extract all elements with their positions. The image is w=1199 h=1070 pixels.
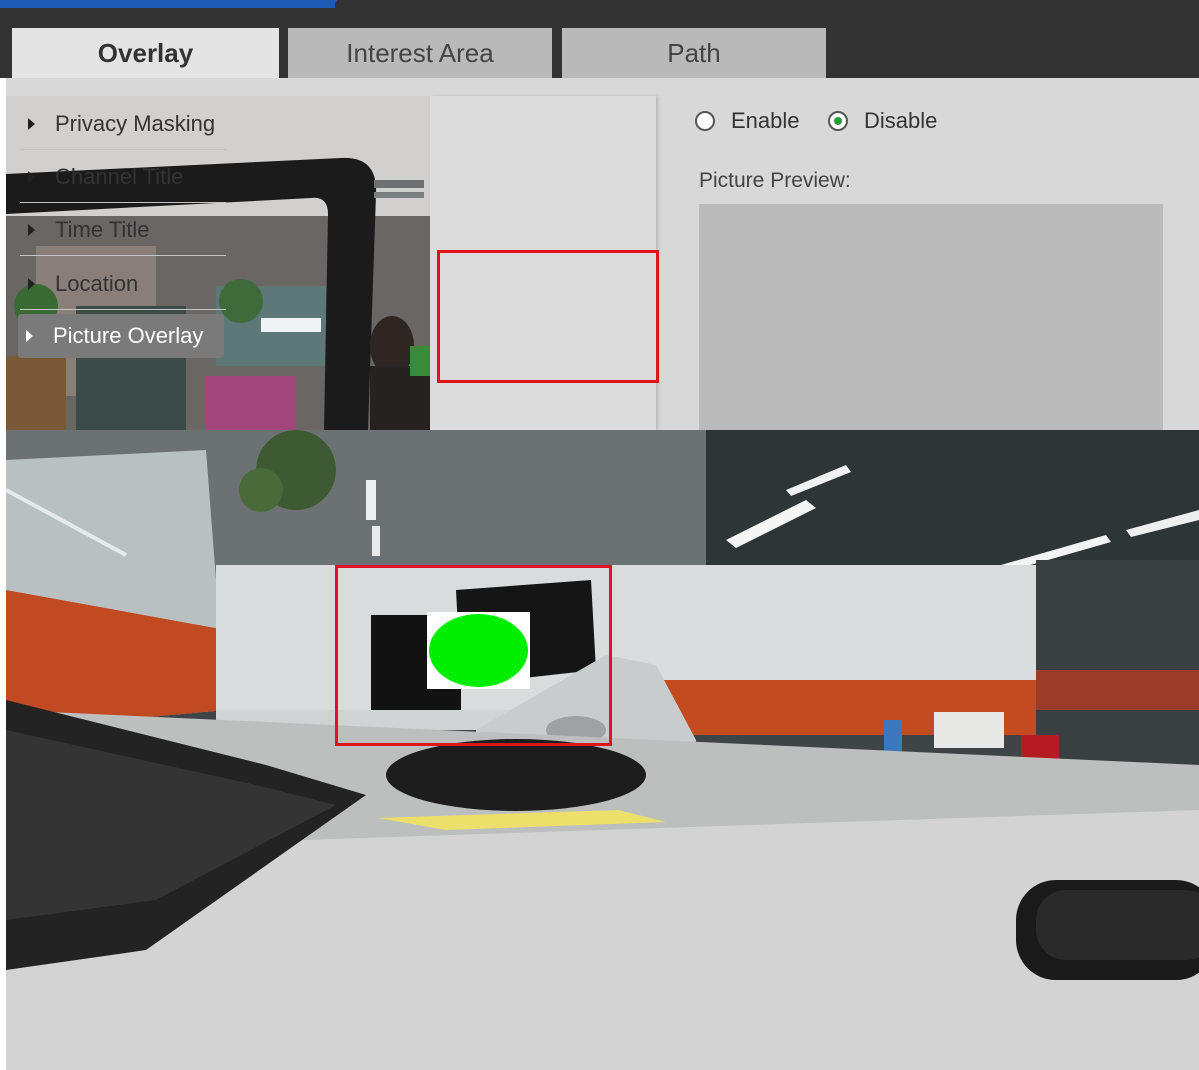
- enable-label: Enable: [731, 108, 800, 133]
- brand-strip: [0, 0, 335, 8]
- picture-overlay-marker[interactable]: [427, 612, 530, 689]
- caret-right-icon: [28, 117, 35, 130]
- menu-divider: [20, 255, 226, 256]
- menu-item-channel-title[interactable]: Channel Title: [20, 150, 226, 203]
- live-view-image: [6, 430, 1199, 1070]
- radio-unchecked-icon: [695, 111, 715, 131]
- menu-item-time-title[interactable]: Time Title: [20, 203, 226, 256]
- tab-overlay[interactable]: Overlay: [12, 28, 279, 78]
- disable-radio[interactable]: Disable: [828, 107, 937, 135]
- menu-item-label: Channel Title: [55, 163, 184, 189]
- menu-item-label: Location: [55, 270, 139, 296]
- menu-item-label: Picture Overlay: [53, 323, 204, 348]
- disable-label: Disable: [864, 108, 938, 133]
- menu-item-label: Privacy Masking: [55, 110, 216, 136]
- overlay-submenu: [430, 96, 656, 430]
- tab-interest-area[interactable]: Interest Area: [288, 28, 552, 78]
- brand-strip-notch: [330, 0, 338, 8]
- menu-item-picture-overlay[interactable]: Picture Overlay: [18, 314, 224, 358]
- menu-item-location[interactable]: Location: [20, 257, 226, 310]
- menu-divider: [20, 309, 226, 310]
- menu-item-label: Time Title: [55, 216, 150, 242]
- caret-right-icon: [26, 330, 33, 342]
- live-view: [6, 430, 1199, 1070]
- green-circle-icon: [429, 614, 528, 687]
- caret-right-icon: [28, 277, 35, 290]
- enable-radio[interactable]: Enable: [695, 107, 800, 135]
- caret-right-icon: [28, 170, 35, 183]
- picture-preview-label: Picture Preview:: [699, 169, 851, 192]
- tab-path[interactable]: Path: [562, 28, 826, 78]
- radio-checked-icon: [828, 111, 848, 131]
- picture-preview-area: [699, 204, 1163, 430]
- menu-item-privacy-masking[interactable]: Privacy Masking: [20, 97, 226, 150]
- caret-right-icon: [28, 223, 35, 236]
